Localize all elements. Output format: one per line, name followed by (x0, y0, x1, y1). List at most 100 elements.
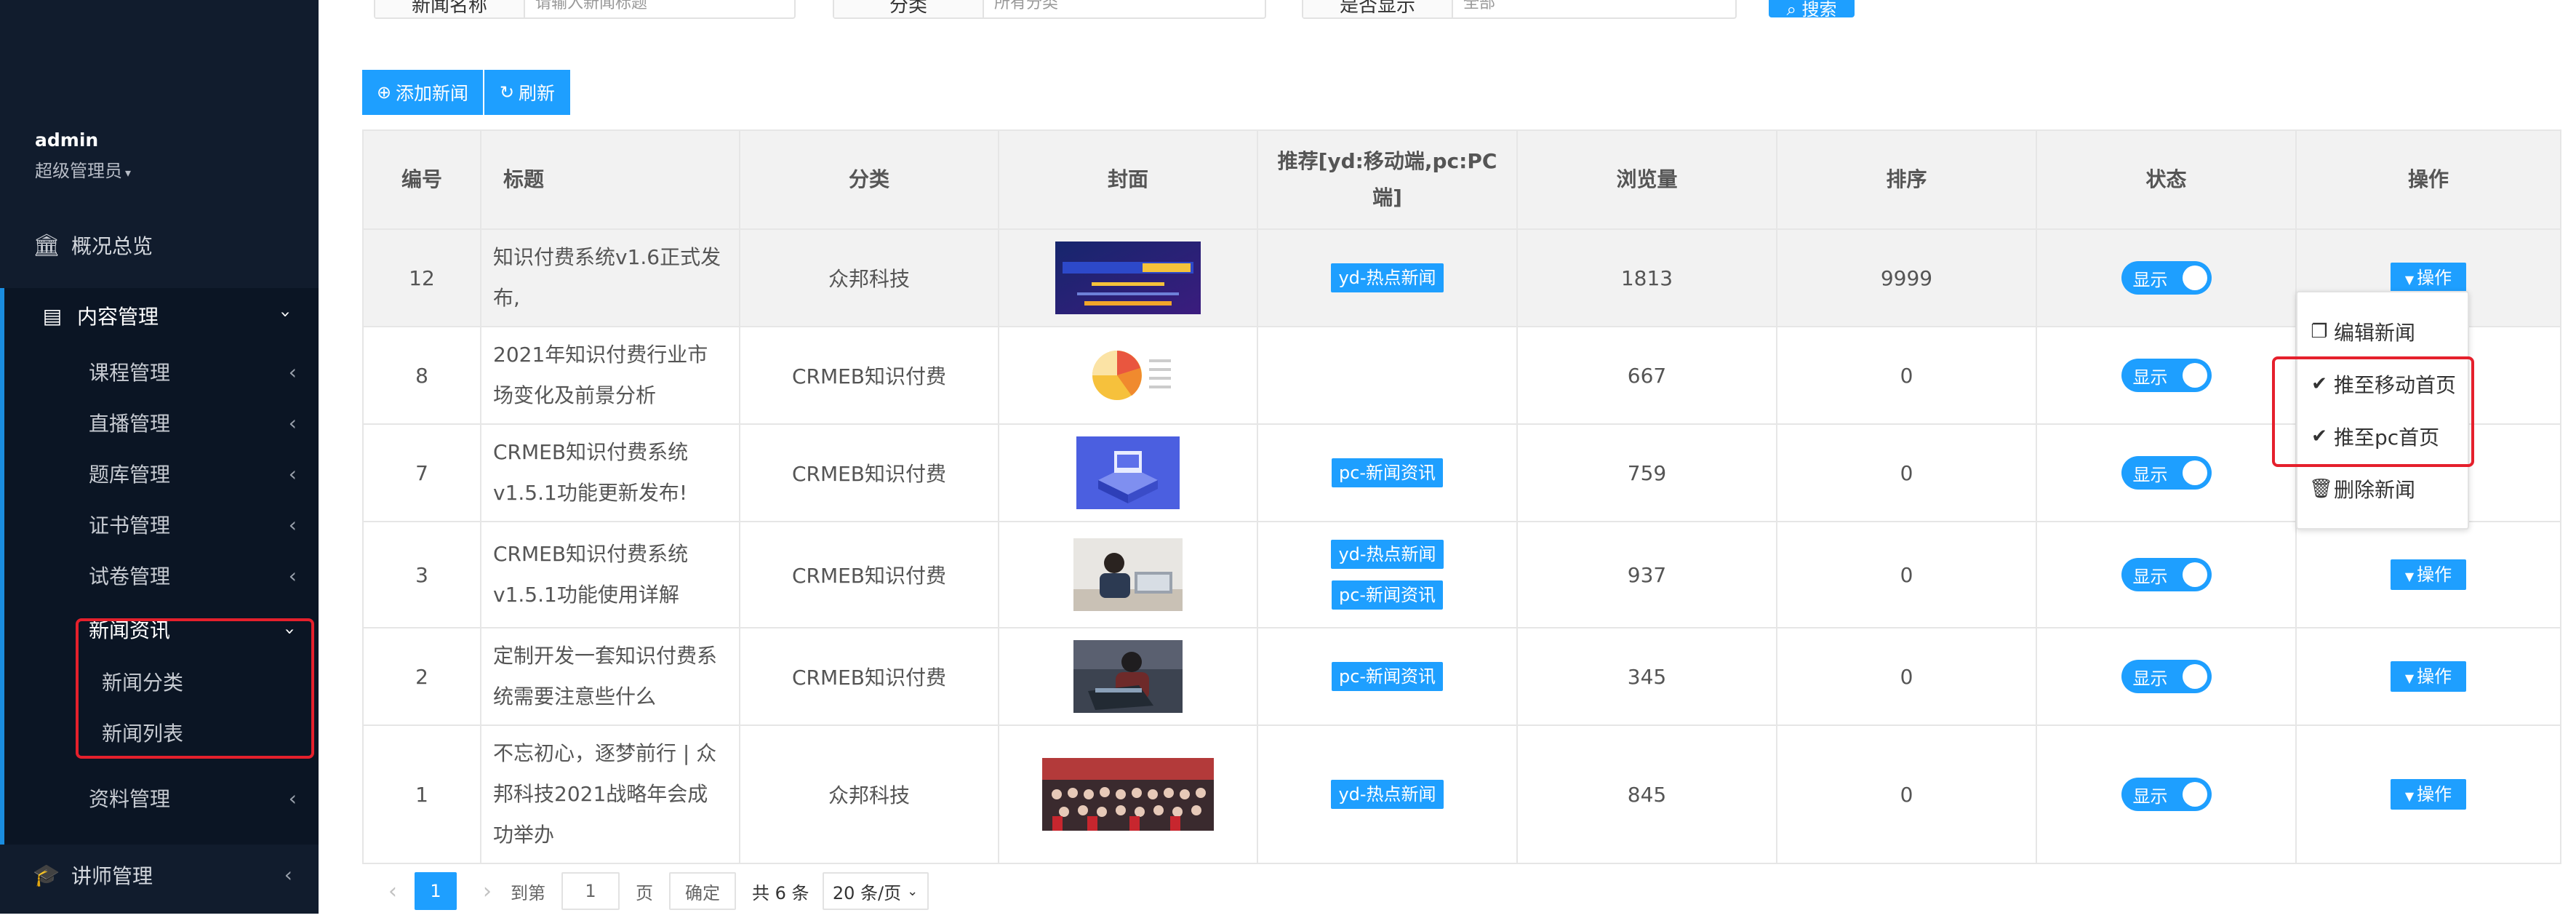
chevron-left-icon: ‹ (288, 513, 297, 537)
cover-image[interactable] (1073, 640, 1183, 713)
operation-button[interactable]: ▼ 操作 (2391, 263, 2466, 293)
column-header: 编号 (362, 129, 481, 230)
nav-live-management[interactable]: 直播管理 ‹ (0, 402, 319, 444)
user-role-menu[interactable]: 超级管理员 ▾ (35, 156, 131, 182)
search-category-field: 分类 所有分类 (833, 0, 1266, 19)
caret-down-icon: ▼ (2404, 273, 2415, 287)
page-size-select[interactable]: 20 条/页 ⌄ (822, 872, 929, 910)
cover-image[interactable] (1055, 242, 1201, 314)
status-toggle[interactable]: 显示 (2121, 456, 2212, 490)
column-header: 封面 (998, 129, 1258, 230)
nav-item-label: 资料管理 (89, 787, 171, 811)
cell-id: 12 (362, 228, 481, 327)
refresh-icon: ↻ (499, 82, 515, 103)
menu-item-delete-news[interactable]: 🗑 删除新闻 (2309, 467, 2415, 511)
refresh-button[interactable]: ↻ 刷新 (484, 70, 570, 115)
operation-button[interactable]: ▼ 操作 (2391, 661, 2466, 692)
trash-icon: 🗑 (2309, 478, 2334, 500)
graduation-cap-icon: 🎓 (33, 862, 60, 888)
add-news-button[interactable]: ⊕ 添加新闻 (362, 70, 483, 115)
nav-course-management[interactable]: 课程管理 ‹ (0, 351, 319, 393)
nav-exam-management[interactable]: 试卷管理 ‹ (0, 554, 319, 596)
cell-actions: ▼ 操作 (2295, 725, 2561, 864)
cell-status: 显示 (2036, 326, 2297, 425)
status-label: 显示 (2132, 464, 2168, 485)
nav-item-label: 题库管理 (89, 463, 171, 487)
nav-item-label: 证书管理 (89, 514, 171, 538)
cell-status: 显示 (2036, 521, 2297, 628)
page-size-label: 20 条/页 (832, 882, 902, 903)
status-toggle[interactable]: 显示 (2121, 778, 2212, 811)
search-icon: ⌕ (1786, 0, 1796, 20)
column-header: 操作 (2295, 129, 2561, 230)
recommend-tag: yd-热点新闻 (1331, 540, 1444, 569)
nav-certificate-management[interactable]: 证书管理 ‹ (0, 503, 319, 546)
cell-cover (998, 228, 1258, 327)
cover-image[interactable] (1073, 538, 1183, 611)
status-toggle[interactable]: 显示 (2121, 558, 2212, 591)
cell-recommend: yd-热点新闻 (1257, 228, 1518, 327)
cell-recommend: yd-热点新闻 pc-新闻资讯 (1257, 521, 1518, 628)
menu-item-label: 编辑新闻 (2334, 321, 2416, 345)
nav-content-label: 内容管理 (77, 305, 159, 329)
cell-views: 937 (1516, 521, 1777, 628)
caret-down-icon: ▼ (2404, 671, 2415, 685)
cell-views: 345 (1516, 627, 1777, 726)
menu-item-label: 删除新闻 (2334, 478, 2416, 502)
status-toggle[interactable]: 显示 (2121, 261, 2212, 295)
page-unit-label: 页 (636, 882, 653, 903)
total-count: 共 6 条 (752, 882, 809, 903)
page-current[interactable]: 1 (415, 872, 457, 910)
cell-cover (998, 627, 1258, 726)
cell-sort: 9999 (1776, 228, 2037, 327)
nav-content-management[interactable]: ▤ 内容管理 › (0, 294, 319, 338)
nav-question-bank[interactable]: 题库管理 ‹ (0, 452, 319, 495)
chevron-left-icon: ‹ (288, 411, 297, 435)
nav-overview-label: 概况总览 (71, 234, 153, 258)
operation-button[interactable]: ▼ 操作 (2391, 779, 2466, 810)
cell-sort: 0 (1776, 627, 2037, 726)
cover-image[interactable] (1076, 436, 1180, 509)
user-role-label: 超级管理员 (35, 161, 122, 181)
chevron-left-icon: ‹ (288, 786, 297, 810)
status-label: 显示 (2132, 566, 2168, 587)
status-label: 显示 (2132, 786, 2168, 807)
status-toggle[interactable]: 显示 (2121, 660, 2212, 693)
search-display-select[interactable]: 全部 (1453, 0, 1735, 17)
news-table: 编号 标题 分类 封面 推荐[yd:移动端,pc:PC端] 浏览量 排序 状态 … (362, 129, 2561, 864)
table-row: 1 不忘初心，逐梦前行 | 众邦科技2021战略年会成功举办 众邦科技 yd-热… (362, 725, 2561, 864)
column-header: 浏览量 (1516, 129, 1777, 230)
table-row: 2 定制开发一套知识付费系统需要注意些什么 CRMEB知识付费 pc-新闻资讯 … (362, 627, 2561, 726)
next-page-icon[interactable]: › (473, 879, 502, 904)
status-label: 显示 (2132, 367, 2168, 388)
nav-lecturer[interactable]: 🎓 讲师管理 ‹ (0, 853, 319, 898)
confirm-page-button[interactable]: 确定 (669, 872, 736, 910)
search-category-select[interactable]: 所有分类 (984, 0, 1265, 17)
status-toggle[interactable]: 显示 (2121, 359, 2212, 392)
caret-down-icon: ▾ (125, 166, 132, 180)
cell-sort: 0 (1776, 326, 2037, 425)
cover-image[interactable] (1073, 339, 1183, 412)
page-number-input[interactable]: 1 (561, 872, 620, 910)
cover-image[interactable] (1042, 758, 1214, 831)
nav-overview[interactable]: 🏛 概况总览 (0, 223, 319, 268)
operation-button[interactable]: ▼ 操作 (2391, 559, 2466, 590)
operation-label: 操作 (2417, 666, 2452, 687)
search-button[interactable]: ⌕ 搜索 (1769, 0, 1855, 20)
prev-page-icon[interactable]: ‹ (378, 879, 407, 904)
highlight-box-news-menu (76, 618, 314, 759)
cell-cover (998, 423, 1258, 522)
cell-title: CRMEB知识付费系统v1.5.1功能使用详解 (480, 521, 740, 628)
column-header: 状态 (2036, 129, 2297, 230)
cell-cover (998, 725, 1258, 864)
cell-category: 众邦科技 (739, 725, 999, 864)
nav-materials[interactable]: 资料管理 ‹ (0, 777, 319, 819)
search-name-input[interactable]: 请输入新闻标题 (525, 0, 794, 17)
cell-id: 3 (362, 521, 481, 628)
newspaper-icon: ▤ (42, 303, 63, 328)
toggle-knob (2182, 363, 2207, 388)
column-header: 分类 (739, 129, 999, 230)
menu-item-edit-news[interactable]: ❐ 编辑新闻 (2309, 310, 2415, 354)
cell-id: 7 (362, 423, 481, 522)
search-name-field: 新闻名称 请输入新闻标题 (374, 0, 796, 19)
